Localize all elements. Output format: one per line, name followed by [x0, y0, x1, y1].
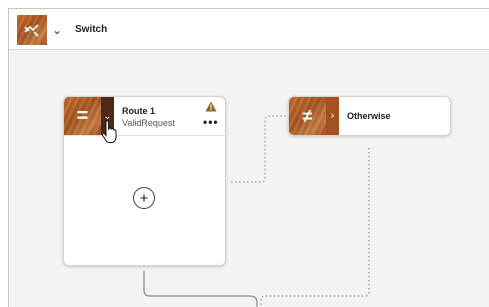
switch-icon[interactable] — [17, 15, 47, 45]
route-card-header: = ⌄ Route 1 ValidRequest ••• — [64, 97, 225, 136]
warning-icon[interactable] — [205, 101, 217, 112]
hand-cursor-icon — [101, 120, 117, 143]
route-card[interactable]: = ⌄ Route 1 ValidRequest ••• + — [63, 96, 226, 266]
canvas: ⌄ Switch = ⌄ Route 1 ValidRequest ••• + … — [8, 8, 489, 307]
route-title: Route 1 — [122, 106, 156, 116]
page-title: Switch — [75, 24, 108, 35]
route-exit-connector — [143, 271, 258, 307]
route-condition: ValidRequest — [122, 118, 175, 128]
chevron-right-icon[interactable]: › — [326, 97, 339, 135]
route-to-otherwise-connector — [231, 115, 288, 183]
switch-header: ⌄ Switch — [9, 9, 489, 50]
otherwise-card[interactable]: ≠ › Otherwise — [288, 96, 451, 136]
otherwise-down-connector — [260, 148, 370, 307]
equals-icon[interactable]: = — [64, 97, 101, 135]
otherwise-title: Otherwise — [347, 111, 391, 121]
more-icon[interactable]: ••• — [203, 115, 219, 129]
chevron-down-icon[interactable]: ⌄ — [47, 15, 67, 45]
add-step-button[interactable]: + — [133, 187, 155, 209]
not-equal-icon[interactable]: ≠ — [289, 97, 326, 135]
